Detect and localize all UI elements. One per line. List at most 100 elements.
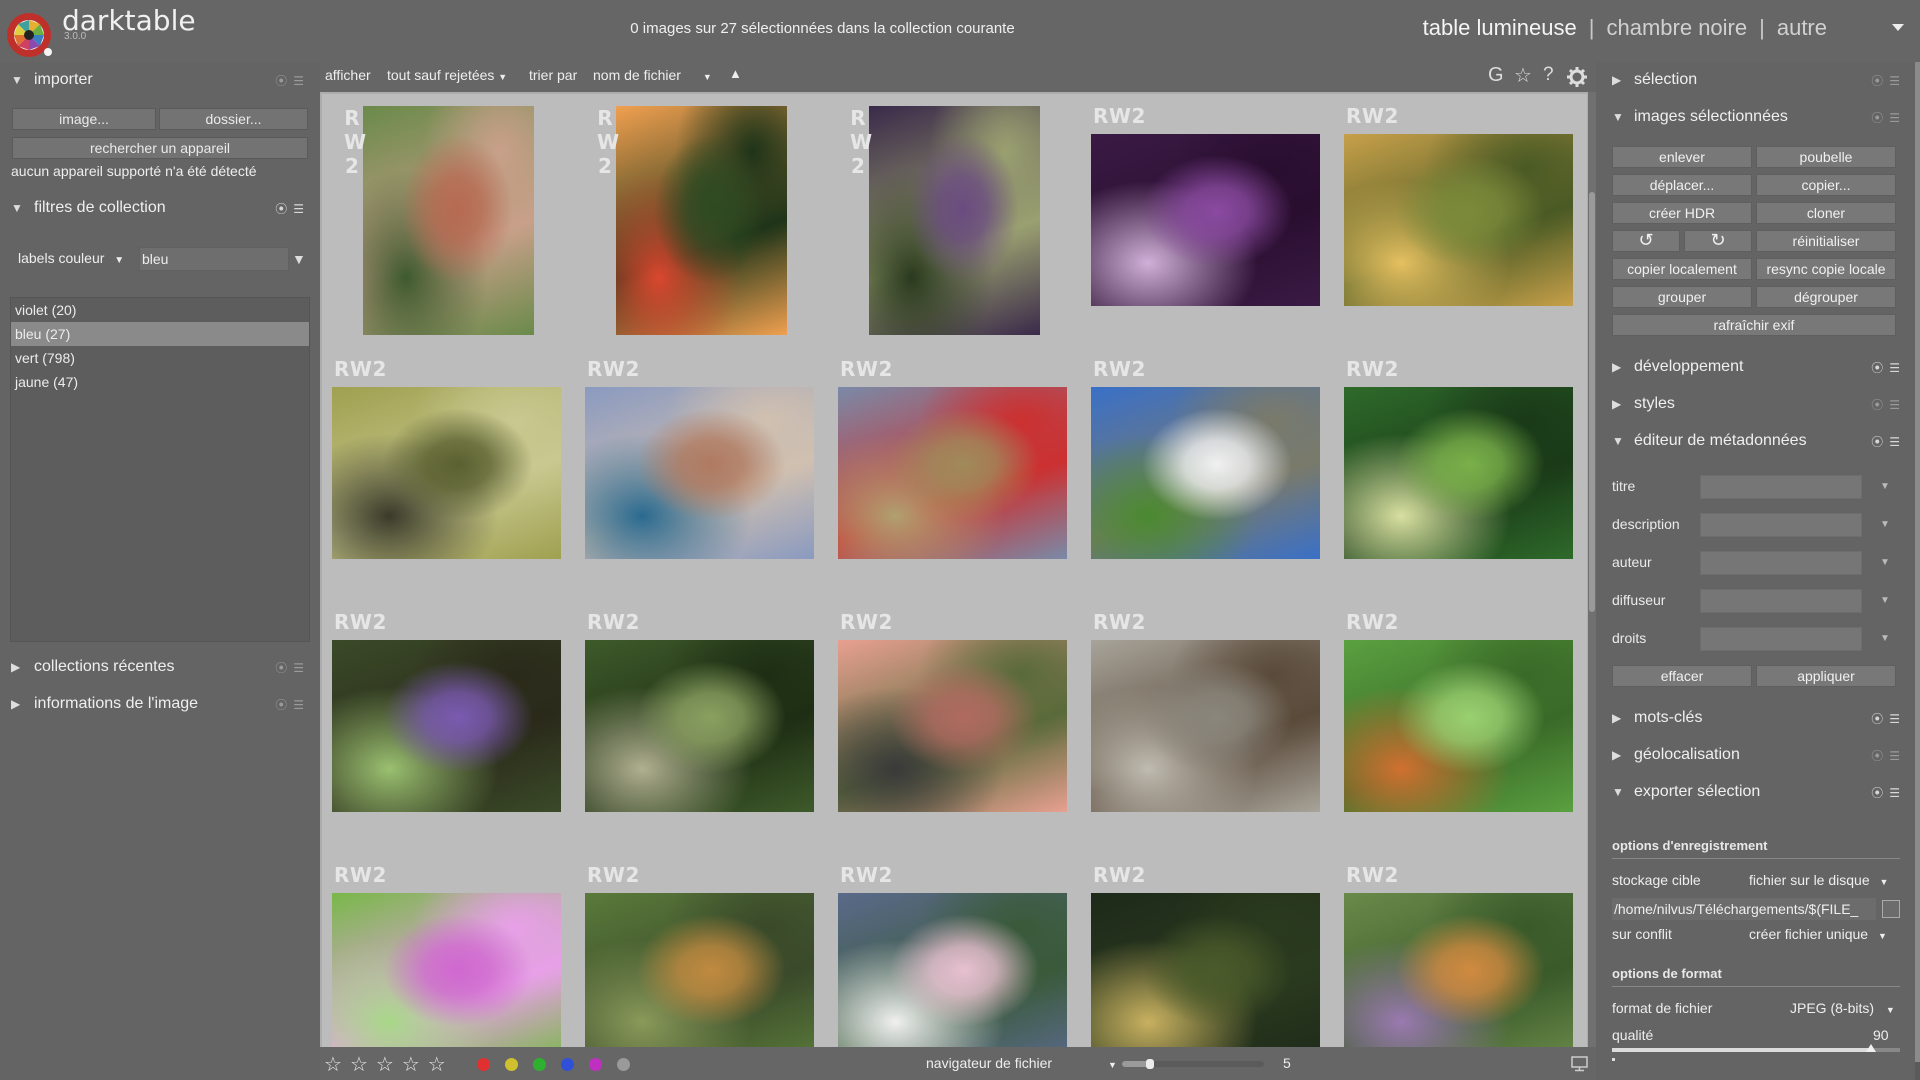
chevron-down-icon[interactable]: ▼ <box>1880 633 1890 644</box>
module-geotagging-header[interactable]: ▶ géolocalisation ⦿☰ <box>1596 737 1916 773</box>
module-recent-collections-header[interactable]: ▶ collections récentes ⦿☰ <box>0 649 320 685</box>
filter-property-select[interactable]: labels couleur ▼ <box>18 250 124 266</box>
color-label-filter-icon[interactable] <box>617 1058 630 1071</box>
resync-local-copy-button[interactable]: resync copie locale <box>1756 258 1896 280</box>
thumbnail-image[interactable] <box>616 106 787 335</box>
chevron-down-icon[interactable]: ▼ <box>1880 557 1890 568</box>
folder-browse-icon[interactable] <box>1882 900 1900 918</box>
gear-icon[interactable] <box>1566 66 1588 88</box>
view-darkroom[interactable]: chambre noire <box>1598 15 1755 40</box>
thumbnail-image[interactable] <box>332 640 561 812</box>
metadata-rights-input[interactable] <box>1700 627 1862 651</box>
thumbnail-image[interactable] <box>869 106 1040 335</box>
monitor-icon[interactable] <box>1570 1055 1590 1073</box>
chevron-down-icon[interactable]: ▼ <box>1880 481 1890 492</box>
rotate-right-button[interactable]: ↻ <box>1684 230 1752 252</box>
metadata-apply-button[interactable]: appliquer <box>1756 665 1896 687</box>
scan-device-button[interactable]: rechercher un appareil <box>12 137 308 159</box>
thumbnail-image[interactable] <box>585 893 814 1047</box>
rating-star-icon[interactable]: ☆ <box>350 1054 376 1076</box>
thumbnail-image[interactable] <box>1344 893 1573 1047</box>
scrollbar-thumb[interactable] <box>1915 62 1920 1062</box>
filter-item-green[interactable]: vert (798) <box>11 346 309 370</box>
thumbnail-cell[interactable]: RW2 <box>322 853 575 1047</box>
view-lighttable[interactable]: table lumineuse <box>1415 15 1585 40</box>
remove-button[interactable]: enlever <box>1612 146 1752 168</box>
thumbnail-cell[interactable]: RW2 <box>575 94 828 347</box>
thumbnail-cell[interactable]: RW2 <box>322 94 575 347</box>
thumbnail-image[interactable] <box>332 387 561 559</box>
thumbnail-cell[interactable]: RW2 <box>575 347 828 600</box>
create-hdr-button[interactable]: créer HDR <box>1612 202 1752 224</box>
color-label-filter-icon[interactable] <box>477 1058 490 1071</box>
filter-item-blue[interactable]: bleu (27) <box>11 322 309 346</box>
navigator-select[interactable]: navigateur de fichier ▼ <box>926 1055 1117 1071</box>
module-development-header[interactable]: ▶ développement ⦿☰ <box>1596 349 1916 385</box>
thumbnail-cell[interactable]: RW2 <box>828 600 1081 853</box>
thumbnail-image[interactable] <box>332 893 561 1047</box>
thumbnail-image[interactable] <box>1091 640 1320 812</box>
module-presets-icon[interactable]: ⦿☰ <box>1871 359 1906 376</box>
on-conflict-select[interactable]: créer fichier unique ▼ <box>1749 926 1887 942</box>
ungroup-button[interactable]: dégrouper <box>1756 286 1896 308</box>
export-path-input[interactable]: /home/nilvus/Téléchargements/$(FILE_ <box>1612 898 1876 920</box>
quality-slider[interactable] <box>1612 1044 1900 1052</box>
duplicate-button[interactable]: cloner <box>1756 202 1896 224</box>
target-storage-select[interactable]: fichier sur le disque ▼ <box>1749 872 1888 888</box>
copy-locally-button[interactable]: copier localement <box>1612 258 1752 280</box>
grouping-icon[interactable]: G <box>1488 64 1504 87</box>
module-importer-header[interactable]: ▼ importer ⦿☰ <box>0 62 320 98</box>
module-presets-icon[interactable]: ⦿☰ <box>1871 72 1906 89</box>
thumbnail-cell[interactable]: RW2 <box>1334 94 1587 347</box>
thumbnail-image[interactable] <box>1344 640 1573 812</box>
file-format-select[interactable]: JPEG (8-bits) ▼ <box>1790 1000 1895 1016</box>
show-filter-select[interactable]: tout sauf rejetées ▼ <box>387 67 507 83</box>
sort-field-select[interactable]: nom de fichier ▼ <box>593 67 712 83</box>
thumbnail-image[interactable] <box>838 893 1067 1047</box>
module-presets-icon[interactable]: ⦿☰ <box>1871 396 1906 413</box>
refresh-exif-button[interactable]: rafraîchir exif <box>1612 314 1896 336</box>
thumbnail-image[interactable] <box>1091 893 1320 1047</box>
thumbnail-cell[interactable]: RW2 <box>322 600 575 853</box>
sort-direction-icon[interactable]: ▲ <box>729 66 742 81</box>
grid-scrollbar[interactable] <box>1588 92 1596 1047</box>
chevron-down-icon[interactable]: ▼ <box>1880 595 1890 606</box>
thumbnail-cell[interactable]: RW2 <box>828 853 1081 1047</box>
thumbnail-cell[interactable]: RW2 <box>828 347 1081 600</box>
views-dropdown-icon[interactable] <box>1892 24 1904 31</box>
rating-star-icon[interactable]: ☆ <box>376 1054 402 1076</box>
thumbnail-image[interactable] <box>1091 134 1320 306</box>
rating-star-icon[interactable]: ☆ <box>402 1054 428 1076</box>
thumbnail-cell[interactable]: RW2 <box>1081 347 1334 600</box>
rating-star-icon[interactable]: ☆ <box>324 1054 350 1076</box>
metadata-clear-button[interactable]: effacer <box>1612 665 1752 687</box>
module-presets-icon[interactable]: ⦿☰ <box>1871 433 1906 450</box>
thumbnail-image[interactable] <box>838 640 1067 812</box>
color-label-filter-icon[interactable] <box>533 1058 546 1071</box>
module-selection-header[interactable]: ▶ sélection ⦿☰ <box>1596 62 1916 98</box>
thumbnail-cell[interactable]: RW2 <box>1334 600 1587 853</box>
quality-slider-knob[interactable] <box>1866 1044 1877 1052</box>
chevron-down-icon[interactable]: ▼ <box>1880 519 1890 530</box>
metadata-title-input[interactable] <box>1700 475 1862 499</box>
filter-item-yellow[interactable]: jaune (47) <box>11 370 309 394</box>
thumbnail-image[interactable] <box>1091 387 1320 559</box>
reset-button[interactable]: réinitialiser <box>1756 230 1896 252</box>
color-label-filter-icon[interactable] <box>589 1058 602 1071</box>
module-export-header[interactable]: ▼ exporter sélection ⦿☰ <box>1596 774 1916 810</box>
module-metadata-editor-header[interactable]: ▼ éditeur de métadonnées ⦿☰ <box>1596 423 1916 459</box>
scrollbar-thumb[interactable] <box>1589 192 1595 612</box>
filter-item-violet[interactable]: violet (20) <box>11 298 309 322</box>
module-presets-icon[interactable]: ⦿☰ <box>275 72 310 89</box>
move-button[interactable]: déplacer... <box>1612 174 1752 196</box>
thumbnail-cell[interactable]: RW2 <box>322 347 575 600</box>
module-presets-icon[interactable]: ⦿☰ <box>275 659 310 676</box>
thumbnail-image[interactable] <box>838 387 1067 559</box>
help-icon[interactable]: ? <box>1543 64 1554 86</box>
filter-dropdown-icon[interactable]: ▼ <box>292 251 306 267</box>
module-collection-filters-header[interactable]: ▼ filtres de collection ⦿☰ <box>0 190 320 226</box>
zoom-slider[interactable] <box>1122 1059 1264 1069</box>
module-presets-icon[interactable]: ⦿☰ <box>275 696 310 713</box>
thumbnail-cell[interactable]: RW2 <box>575 600 828 853</box>
module-styles-header[interactable]: ▶ styles ⦿☰ <box>1596 386 1916 422</box>
